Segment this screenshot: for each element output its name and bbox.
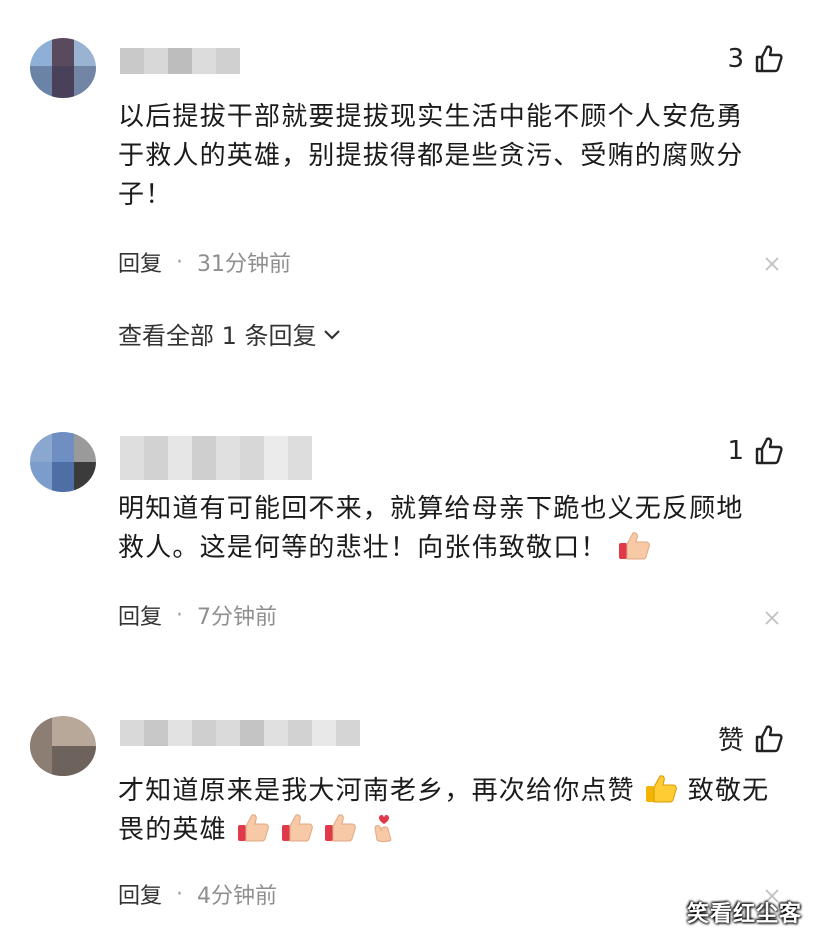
username-blurred bbox=[120, 720, 360, 746]
like-label: 赞 bbox=[717, 726, 744, 756]
thumbs-up-emoji-icon bbox=[281, 814, 313, 842]
timestamp: 4分钟前 bbox=[197, 884, 278, 909]
thumbs-up-outline-icon bbox=[755, 724, 783, 752]
thumbs-up-emoji-icon bbox=[238, 814, 270, 842]
thumbs-up-emoji-icon bbox=[325, 814, 357, 842]
thumbs-up-emoji-icon bbox=[646, 775, 678, 803]
comment-text: 才知道原来是我大河南老乡，再次给你点赞 致敬无 畏的英雄 bbox=[118, 772, 778, 850]
avatar[interactable] bbox=[30, 716, 96, 776]
comment-item: 赞 才知道原来是我大河南老乡，再次给你点赞 致敬无 畏的英雄 回复 · 4分钟前 bbox=[0, 0, 814, 938]
comment-meta: 回复 · 4分钟前 bbox=[118, 878, 277, 910]
finger-heart-emoji-icon bbox=[374, 815, 392, 842]
like-button[interactable]: 赞 bbox=[718, 720, 784, 757]
separator: · bbox=[176, 881, 184, 907]
reply-button[interactable]: 回复 bbox=[118, 878, 162, 910]
watermark: 笑看红尘客 bbox=[686, 902, 802, 927]
